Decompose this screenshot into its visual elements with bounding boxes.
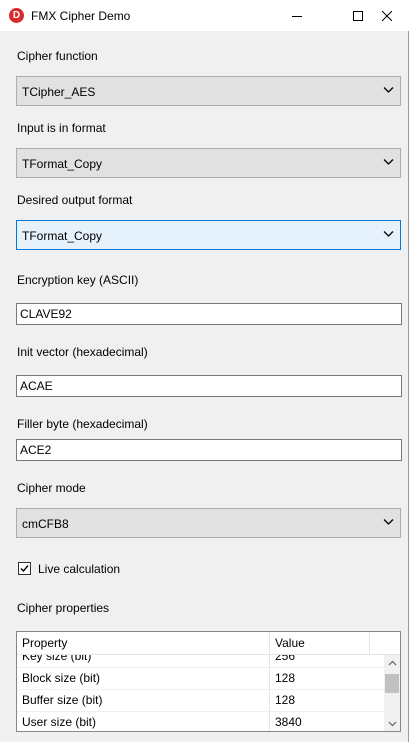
live-calculation-label[interactable]: Live calculation <box>38 562 120 576</box>
close-button[interactable] <box>364 0 409 31</box>
cipher-mode-value: cmCFB8 <box>22 517 69 531</box>
init-vector-label: Init vector (hexadecimal) <box>17 345 148 359</box>
cipher-mode-select[interactable]: cmCFB8 <box>16 508 401 538</box>
input-format-value: TFormat_Copy <box>22 157 103 171</box>
property-cell: Key size (bit) <box>17 655 270 667</box>
cipher-function-label: Cipher function <box>17 49 98 63</box>
table-row[interactable]: Block size (bit) 128 <box>17 667 384 690</box>
scroll-down-button[interactable] <box>384 716 400 731</box>
live-calculation-checkbox[interactable] <box>18 562 31 575</box>
chevron-down-icon <box>383 159 394 165</box>
init-vector-input[interactable] <box>17 376 401 396</box>
chevron-down-icon <box>383 519 394 525</box>
column-header-value[interactable]: Value <box>270 632 370 654</box>
filler-byte-input[interactable] <box>17 440 401 460</box>
table-row[interactable]: Buffer size (bit) 128 <box>17 689 384 712</box>
input-format-select[interactable]: TFormat_Copy <box>16 148 401 178</box>
scroll-down-icon <box>388 721 396 727</box>
output-format-select[interactable]: TFormat_Copy <box>16 220 401 250</box>
property-cell: Buffer size (bit) <box>17 689 270 711</box>
scroll-up-button[interactable] <box>384 655 400 671</box>
encryption-key-field-frame <box>16 303 402 325</box>
filler-byte-field-frame <box>16 439 402 461</box>
value-cell: 128 <box>275 671 296 685</box>
scrollbar-thumb[interactable] <box>385 674 399 693</box>
scroll-up-icon <box>388 660 396 666</box>
chevron-down-icon <box>383 231 394 237</box>
property-cell: User size (bit) <box>17 711 270 731</box>
chevron-down-icon <box>383 87 394 93</box>
cipher-properties-label: Cipher properties <box>17 601 110 615</box>
table-row[interactable]: User size (bit) 3840 <box>17 711 384 731</box>
minimize-icon <box>291 15 302 17</box>
encryption-key-input[interactable] <box>17 304 401 324</box>
grid-rows: Key size (bit) 256 Block size (bit) 128 … <box>17 655 384 731</box>
cipher-function-value: TCipher_AES <box>22 85 96 99</box>
input-format-label: Input is in format <box>17 121 106 135</box>
title-bar: D FMX Cipher Demo <box>0 0 409 31</box>
window-title: FMX Cipher Demo <box>31 9 131 23</box>
init-vector-field-frame <box>16 375 402 397</box>
close-icon <box>381 10 392 21</box>
output-format-value: TFormat_Copy <box>22 229 103 243</box>
value-cell: 256 <box>275 655 296 663</box>
property-cell: Block size (bit) <box>17 667 270 689</box>
value-cell: 128 <box>275 693 296 707</box>
minimize-button[interactable] <box>274 0 319 31</box>
value-cell: 3840 <box>275 715 302 729</box>
cipher-properties-grid: Property Value Key size (bit) 256 Block … <box>16 631 401 732</box>
vertical-scrollbar[interactable] <box>384 655 400 731</box>
grid-header: Property Value <box>17 632 400 655</box>
checkmark-icon <box>20 565 29 573</box>
filler-byte-label: Filler byte (hexadecimal) <box>17 417 148 431</box>
cipher-mode-label: Cipher mode <box>17 481 86 495</box>
encryption-key-label: Encryption key (ASCII) <box>17 273 139 287</box>
maximize-icon <box>352 10 363 21</box>
app-icon[interactable]: D <box>9 8 24 23</box>
column-header-property[interactable]: Property <box>17 632 270 654</box>
cipher-function-select[interactable]: TCipher_AES <box>16 76 401 106</box>
output-format-label: Desired output format <box>17 193 133 207</box>
